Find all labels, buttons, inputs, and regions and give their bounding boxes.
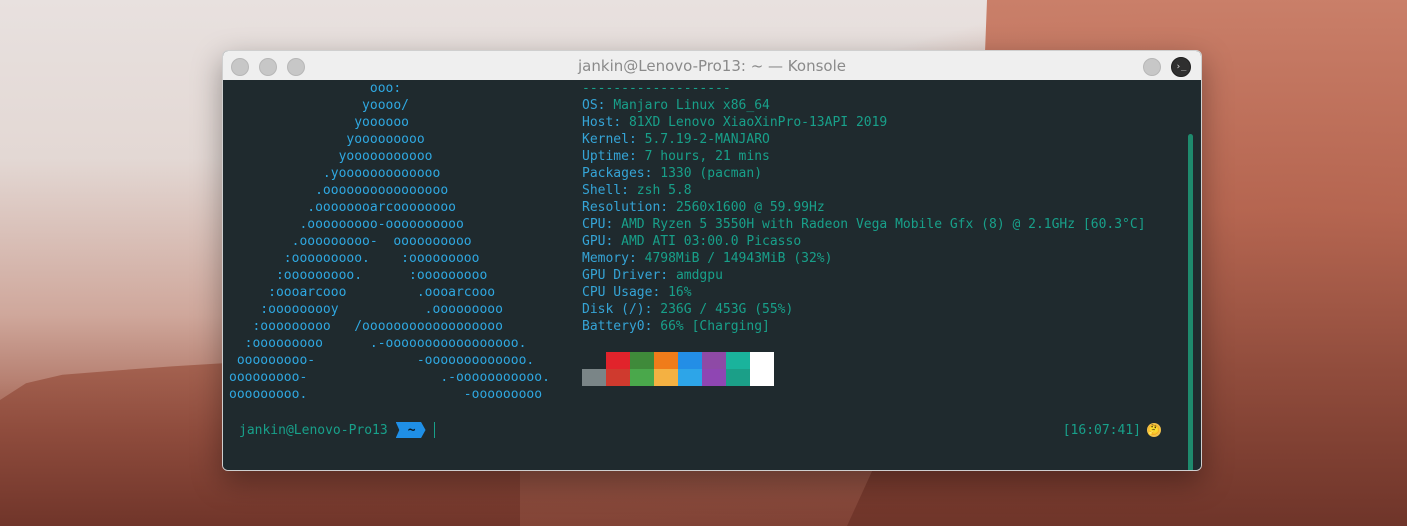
palette-swatch: [630, 352, 654, 369]
info-value: Manjaro Linux x86_64: [613, 98, 770, 113]
info-colon: :: [628, 132, 645, 147]
info-colon: :: [628, 251, 645, 266]
info-line: Host: 81XD Lenovo XiaoXinPro-13API 2019: [582, 114, 1182, 131]
palette-swatch: [702, 352, 726, 369]
info-value: 5.7.19-2-MANJARO: [644, 132, 770, 147]
info-colon: :: [605, 234, 622, 249]
info-key: Uptime: [582, 149, 629, 164]
info-value: amdgpu: [675, 268, 723, 283]
terminal-menu-icon[interactable]: ›_: [1171, 57, 1191, 77]
konsole-window: jankin@Lenovo-Pro13: ~ — Konsole ›_ ooo:…: [222, 50, 1202, 471]
info-line: Memory: 4798MiB / 14943MiB (32%): [582, 250, 1182, 267]
info-value: 81XD Lenovo XiaoXinPro-13API 2019: [628, 115, 888, 130]
info-value: zsh 5.8: [636, 183, 692, 198]
info-colon: :: [660, 268, 676, 283]
window-option-button[interactable]: [1143, 58, 1161, 76]
info-value: 2560x1600 @ 59.99Hz: [675, 200, 825, 215]
info-value: 4798MiB / 14943MiB (32%): [644, 251, 833, 266]
info-line: GPU Driver: amdgpu: [582, 267, 1182, 284]
info-key: Packages: [582, 166, 645, 181]
prompt-time: [16:07:41] 🤔: [1063, 422, 1161, 439]
palette-swatch: [726, 352, 750, 369]
info-value: 16%: [668, 285, 692, 300]
info-colon: :: [621, 183, 637, 198]
info-key: CPU Usage: [582, 285, 653, 300]
info-line: Uptime: 7 hours, 21 mins: [582, 148, 1182, 165]
color-palette: [582, 352, 774, 386]
info-line: Kernel: 5.7.19-2-MANJARO: [582, 131, 1182, 148]
info-line: Disk (/): 236G / 453G (55%): [582, 301, 1182, 318]
window-right-buttons: ›_: [1143, 57, 1191, 77]
info-colon: :: [644, 166, 661, 181]
info-key: Shell: [582, 183, 622, 198]
info-colon: :: [644, 319, 661, 334]
window-title: jankin@Lenovo-Pro13: ~ — Konsole: [578, 56, 846, 75]
info-key: Battery0: [582, 319, 645, 334]
terminal-scrollbar-thumb[interactable]: [1188, 134, 1193, 470]
palette-swatch: [750, 369, 774, 386]
palette-row-bottom: [582, 369, 774, 386]
info-line: Battery0: 66% [Charging]: [582, 318, 1182, 335]
prompt-cwd: ~: [395, 422, 426, 438]
info-line: Shell: zsh 5.8: [582, 182, 1182, 199]
info-key: Host: [582, 115, 614, 130]
info-line: CPU Usage: 16%: [582, 284, 1182, 301]
palette-swatch: [654, 352, 678, 369]
info-colon: :: [644, 302, 661, 317]
window-titlebar[interactable]: jankin@Lenovo-Pro13: ~ — Konsole ›_: [223, 51, 1201, 81]
info-value: AMD Ryzen 5 3550H with Radeon Vega Mobil…: [621, 217, 1146, 232]
terminal-scrollbar[interactable]: [1188, 134, 1193, 470]
palette-swatch: [750, 352, 774, 369]
info-colon: :: [652, 285, 669, 300]
info-line: CPU: AMD Ryzen 5 3550H with Radeon Vega …: [582, 216, 1182, 233]
palette-swatch: [702, 369, 726, 386]
prompt-time-text: [16:07:41]: [1062, 422, 1141, 438]
palette-swatch: [582, 369, 606, 386]
palette-swatch: [726, 369, 750, 386]
info-key: Disk (/): [582, 302, 645, 317]
palette-swatch: [654, 369, 678, 386]
info-key: GPU Driver: [582, 268, 661, 283]
palette-swatch: [630, 369, 654, 386]
palette-swatch: [582, 352, 606, 369]
info-value: AMD ATI 03:00.0 Picasso: [621, 234, 802, 249]
palette-swatch: [678, 352, 702, 369]
neofetch-logo: ooo: yoooo/ yoooooo yooooooooo yoooooooo…: [229, 81, 550, 402]
palette-swatch: [678, 369, 702, 386]
info-line: Packages: 1330 (pacman): [582, 165, 1182, 182]
palette-swatch: [606, 369, 630, 386]
terminal-area[interactable]: ooo: yoooo/ yoooooo yooooooooo yoooooooo…: [223, 80, 1201, 470]
palette-row-top: [582, 352, 774, 369]
info-key: Kernel: [582, 132, 629, 147]
info-line: Resolution: 2560x1600 @ 59.99Hz: [582, 199, 1182, 216]
text-cursor: [433, 422, 435, 438]
info-value: 236G / 453G (55%): [660, 302, 794, 317]
neofetch-info: ------------------- OS: Manjaro Linux x86…: [582, 80, 1182, 335]
info-colon: :: [628, 149, 645, 164]
info-value: 7 hours, 21 mins: [644, 149, 770, 164]
info-line: GPU: AMD ATI 03:00.0 Picasso: [582, 233, 1182, 250]
info-key: Resolution: [582, 200, 661, 215]
info-colon: :: [613, 115, 629, 130]
info-key: CPU: [582, 217, 606, 232]
palette-swatch: [606, 352, 630, 369]
info-key: GPU: [582, 234, 606, 249]
info-separator: -------------------: [582, 81, 731, 96]
prompt-user-host: jankin@Lenovo-Pro13: [239, 422, 388, 438]
info-value: 66% [Charging]: [660, 319, 770, 334]
info-colon: :: [597, 98, 614, 113]
info-value: 1330 (pacman): [660, 166, 763, 181]
info-line: OS: Manjaro Linux x86_64: [582, 97, 1182, 114]
info-colon: :: [660, 200, 676, 215]
thinking-emoji-icon: 🤔: [1147, 423, 1161, 437]
shell-prompt[interactable]: jankin@Lenovo-Pro13 ~ [16:07:41] 🤔: [239, 420, 1161, 440]
info-key: OS: [582, 98, 598, 113]
info-key: Memory: [582, 251, 629, 266]
info-colon: :: [605, 217, 622, 232]
